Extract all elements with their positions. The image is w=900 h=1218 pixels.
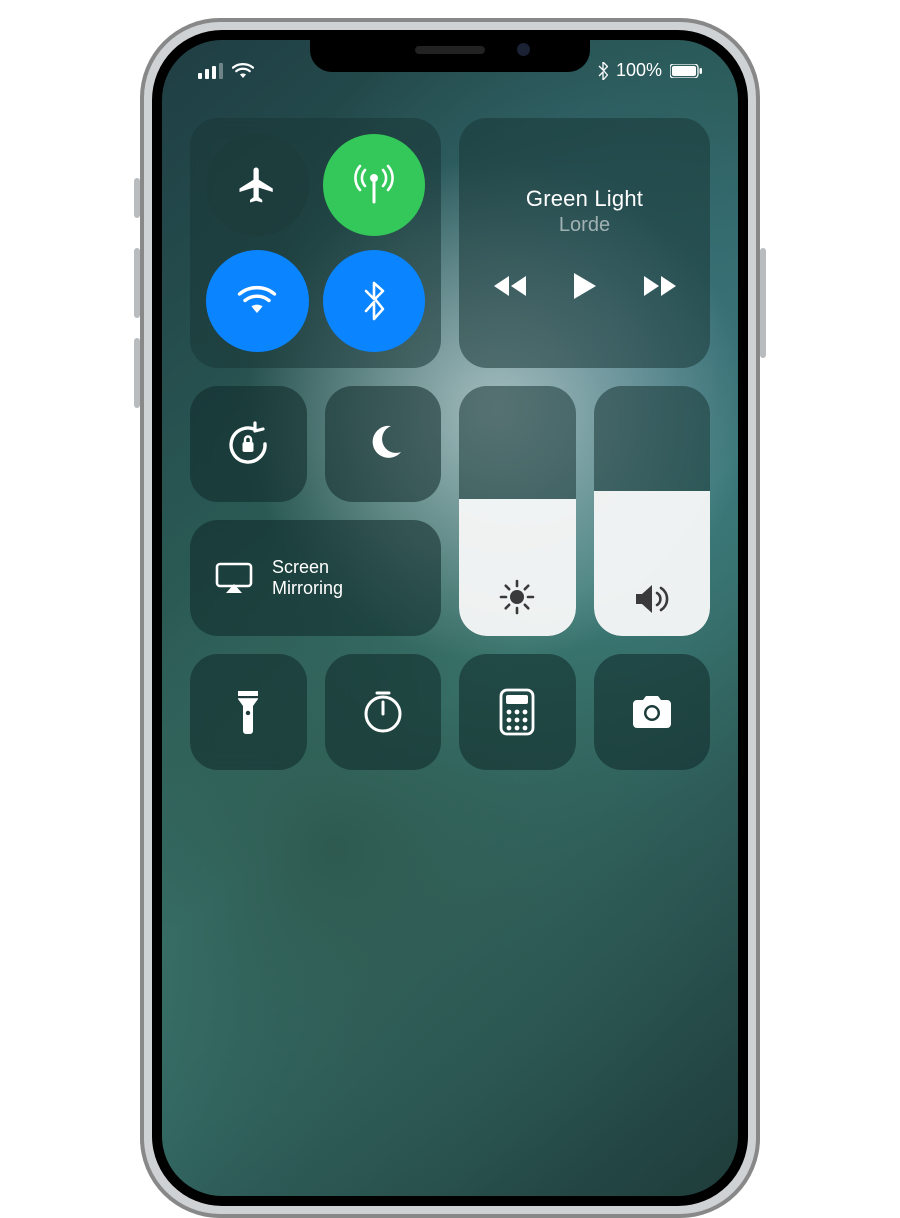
bluetooth-status-icon — [598, 62, 608, 80]
media-title: Green Light — [526, 186, 643, 212]
media-tile[interactable]: Green Light Lorde — [459, 118, 710, 368]
cellular-antenna-icon — [351, 162, 397, 208]
phone-frame: 100% — [140, 18, 760, 1218]
orientation-lock-icon — [221, 417, 275, 471]
screen: 100% — [162, 40, 738, 1196]
airplane-icon — [236, 164, 278, 206]
phone-bezel: 100% — [152, 30, 748, 1206]
screen-mirroring-button[interactable]: Screen Mirroring — [190, 520, 441, 636]
wifi-button[interactable] — [206, 250, 309, 352]
status-right: 100% — [598, 60, 702, 81]
connectivity-tile[interactable] — [190, 118, 441, 368]
rewind-icon[interactable] — [492, 274, 528, 298]
airplane-mode-button[interactable] — [206, 134, 309, 236]
bluetooth-icon — [362, 281, 386, 321]
media-controls — [492, 271, 678, 301]
side-button-volume-down — [134, 338, 140, 408]
forward-icon[interactable] — [642, 274, 678, 298]
bluetooth-button[interactable] — [323, 250, 426, 352]
timer-icon — [359, 688, 407, 736]
brightness-fill — [459, 499, 576, 637]
battery-percent: 100% — [616, 60, 662, 81]
brightness-slider[interactable] — [459, 386, 576, 636]
orientation-lock-button[interactable] — [190, 386, 307, 502]
screen-mirroring-label: Screen Mirroring — [272, 557, 343, 598]
brightness-icon — [498, 578, 536, 616]
play-icon[interactable] — [572, 271, 598, 301]
status-bar: 100% — [162, 60, 738, 81]
flashlight-button[interactable] — [190, 654, 307, 770]
control-center: Green Light Lorde — [190, 118, 710, 770]
calculator-icon — [498, 687, 536, 737]
status-left — [198, 63, 254, 79]
camera-button[interactable] — [594, 654, 711, 770]
volume-fill — [594, 491, 711, 636]
wifi-status-icon — [232, 63, 254, 79]
flashlight-icon — [234, 687, 262, 737]
volume-slider[interactable] — [594, 386, 711, 636]
media-artist: Lorde — [559, 214, 610, 237]
camera-icon — [627, 692, 677, 732]
side-button-mute — [134, 178, 140, 218]
side-button-volume-up — [134, 248, 140, 318]
timer-button[interactable] — [325, 654, 442, 770]
volume-icon — [632, 582, 672, 616]
battery-icon — [670, 64, 702, 78]
airplay-icon — [214, 561, 254, 595]
wifi-icon — [234, 278, 280, 324]
do-not-disturb-button[interactable] — [325, 386, 442, 502]
cellular-data-button[interactable] — [323, 134, 426, 236]
calculator-button[interactable] — [459, 654, 576, 770]
cellular-signal-icon — [198, 63, 224, 79]
moon-icon — [361, 422, 405, 466]
side-button-power — [760, 248, 766, 358]
